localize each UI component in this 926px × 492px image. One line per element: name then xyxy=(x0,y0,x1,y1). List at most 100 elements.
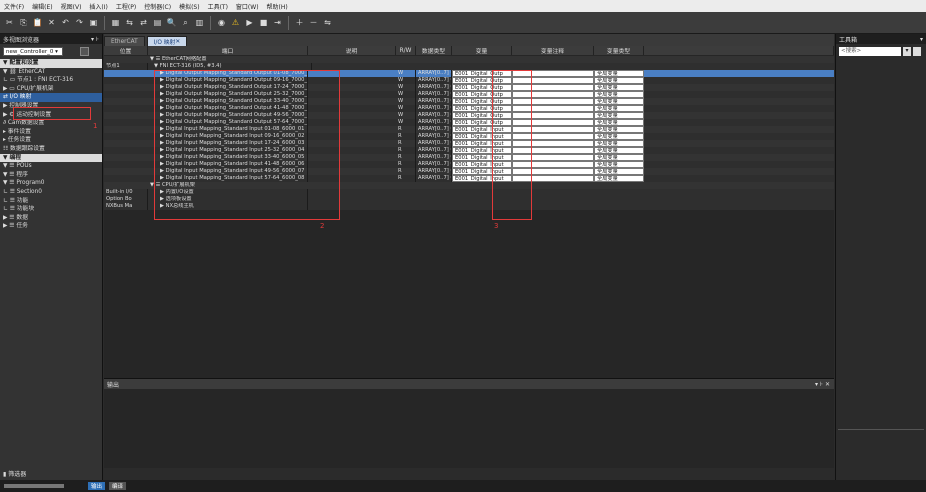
monitor-icon[interactable]: ▥ xyxy=(194,17,205,28)
column-header[interactable]: 端口 xyxy=(148,46,308,55)
column-header[interactable]: 位置 xyxy=(104,46,148,55)
column-header[interactable]: R/W xyxy=(396,46,416,55)
delete-icon[interactable]: ✕ xyxy=(46,17,57,28)
close-icon[interactable]: ✕ xyxy=(175,39,180,45)
tree-section-header[interactable]: ▼ 配置和设置 xyxy=(0,59,102,68)
pin-icon[interactable]: ▾ ⊦ xyxy=(91,36,99,43)
variable-type-field[interactable]: 全局变量 xyxy=(594,119,644,126)
menu-item[interactable]: 编辑(E) xyxy=(32,2,52,11)
copy-icon[interactable]: ⎘ xyxy=(18,17,29,28)
tab-ethercat[interactable]: EtherCAT xyxy=(104,36,145,46)
toolbox-pin-icon[interactable]: ▾ xyxy=(920,36,923,43)
transfer-icon[interactable]: ⇄ xyxy=(138,17,149,28)
variable-type-field[interactable]: 全局变量 xyxy=(594,175,644,182)
tree-item[interactable]: ∟ ☰ Section0 xyxy=(0,188,102,197)
tree-section-header[interactable]: ▼ 编程 xyxy=(0,153,102,163)
redo-icon[interactable]: ↷ xyxy=(74,17,85,28)
zoom-in-icon[interactable]: ＋ xyxy=(294,17,305,28)
step-icon[interactable]: ⇥ xyxy=(272,17,283,28)
compare-icon[interactable]: ⇆ xyxy=(124,17,135,28)
tree-item[interactable]: ▼ ☰ 程序 xyxy=(0,171,102,180)
tree-item[interactable]: ▸ 事件设置 xyxy=(0,128,102,137)
variable-type-field[interactable]: 全局变量 xyxy=(594,140,644,147)
cut-icon[interactable]: ✂ xyxy=(4,17,15,28)
menu-item[interactable]: 工程(P) xyxy=(116,2,136,11)
annotation-number-2: 2 xyxy=(320,222,325,230)
find-icon[interactable]: ⌕ xyxy=(180,17,191,28)
warning-icon[interactable]: ⚠ xyxy=(230,17,241,28)
variable-type-field[interactable]: 全局变量 xyxy=(594,77,644,84)
scroll-track[interactable] xyxy=(4,484,64,488)
cross-reference-icon[interactable]: ⇋ xyxy=(322,17,333,28)
tree-item[interactable]: ▶ ☰ 任务 xyxy=(0,222,102,231)
online-icon[interactable]: ◉ xyxy=(216,17,227,28)
variable-type-field[interactable]: 全局变量 xyxy=(594,161,644,168)
search-icon[interactable]: 🔍 xyxy=(166,17,177,28)
menu-item[interactable]: 视图(V) xyxy=(61,2,82,11)
build-icon[interactable]: ▦ xyxy=(110,17,121,28)
tree-item[interactable]: ▼ ⛓ EtherCAT xyxy=(0,68,102,77)
search-dropdown-icon[interactable]: ▾ xyxy=(903,47,911,56)
annotation-box-3 xyxy=(492,70,532,220)
node-row[interactable]: 节点1 ▼ FNI ECT-316 (ID5, #3.4) xyxy=(104,63,834,70)
tree-item[interactable]: ▸ 任务设置 xyxy=(0,136,102,145)
toolbox-title: 工具箱 xyxy=(839,36,858,44)
variable-type-field[interactable]: 全局变量 xyxy=(594,91,644,98)
variable-type-field[interactable]: 全局变量 xyxy=(594,105,644,112)
tree-item[interactable]: ▼ ☰ Program0 xyxy=(0,179,102,188)
variable-type-field[interactable]: 全局变量 xyxy=(594,112,644,119)
menu-item[interactable]: 帮助(H) xyxy=(267,2,288,11)
menu-item[interactable]: 文件(F) xyxy=(4,2,24,11)
variable-type-field[interactable]: 全局变量 xyxy=(594,98,644,105)
tree-item[interactable]: ∟ ☰ 功能 xyxy=(0,197,102,206)
menu-item[interactable]: 工具(T) xyxy=(208,2,228,11)
column-header[interactable]: 变量类型 xyxy=(594,46,644,55)
zoom-out-icon[interactable]: － xyxy=(308,17,319,28)
variable-type-field[interactable]: 全局变量 xyxy=(594,133,644,140)
variable-type-field[interactable]: 全局变量 xyxy=(594,126,644,133)
tree-item[interactable]: ▶ ☰ 数据 xyxy=(0,214,102,223)
controller-status-icon[interactable] xyxy=(80,47,89,56)
run-icon[interactable]: ▶ xyxy=(244,17,255,28)
filter-label: 筛选器 xyxy=(8,471,27,478)
tree-item[interactable]: ⇄ I/O 映射 xyxy=(0,93,102,102)
column-header[interactable]: 说明 xyxy=(308,46,396,55)
toolbox-header: 工具箱 ▾ xyxy=(836,34,926,44)
tree-item[interactable]: ∟ ☰ 功能块 xyxy=(0,205,102,214)
tree-item[interactable]: ▼ ☰ POUs xyxy=(0,162,102,171)
tree-item[interactable]: ▶ ▭ CPU/扩展机架 xyxy=(0,85,102,94)
variable-type-field[interactable]: 全局变量 xyxy=(594,84,644,91)
cell-type: ARRAY[0..7] O xyxy=(418,112,452,119)
variable-type-field[interactable]: 全局变量 xyxy=(594,70,644,77)
group-ethercat-network[interactable]: ▼ ☰ EtherCAT网络配置 xyxy=(104,56,834,63)
controller-dropdown[interactable]: new_Controller_0 ▾ xyxy=(3,47,63,56)
tree-item[interactable]: ∂ Cam数据设置 xyxy=(0,119,102,128)
toolbox-search-input[interactable]: <搜索> xyxy=(839,47,901,56)
variable-type-field[interactable]: 全局变量 xyxy=(594,154,644,161)
tree-item[interactable]: ☷ 数据跟踪设置 xyxy=(0,145,102,154)
output-title: 输出 xyxy=(107,381,120,389)
stop-icon[interactable]: ■ xyxy=(258,17,269,28)
menu-item[interactable]: 窗口(W) xyxy=(236,2,259,11)
menu-item[interactable]: 插入(I) xyxy=(89,2,107,11)
column-header[interactable]: 变量注释 xyxy=(512,46,594,55)
variable-type-field[interactable]: 全局变量 xyxy=(594,168,644,175)
cell-rw: R xyxy=(396,154,416,161)
column-header[interactable]: 变量 xyxy=(452,46,512,55)
filter-bar[interactable]: ▮ 筛选器 xyxy=(3,469,26,478)
tab-io-map[interactable]: I/O 映射 ✕ xyxy=(146,36,188,46)
build-tab-button[interactable]: 编译 xyxy=(109,482,127,490)
save-icon[interactable]: ▣ xyxy=(88,17,99,28)
variable-type-field[interactable]: 全局变量 xyxy=(594,147,644,154)
column-header[interactable]: 数据类型 xyxy=(416,46,452,55)
menu-item[interactable]: 控制器(C) xyxy=(144,2,171,11)
explorer-title: 多视图浏览器 xyxy=(3,36,40,44)
output-controls[interactable]: ▾ ⊦ ✕ xyxy=(815,381,830,388)
paste-icon[interactable]: 📋 xyxy=(32,17,43,28)
grid-icon[interactable]: ▤ xyxy=(152,17,163,28)
search-icon[interactable] xyxy=(913,47,921,56)
undo-icon[interactable]: ↶ xyxy=(60,17,71,28)
menu-item[interactable]: 模拟(S) xyxy=(179,2,200,11)
output-tab-button[interactable]: 输出 xyxy=(88,482,106,490)
tree-item[interactable]: ∟ ▭ 节点1 : FNI ECT-316 xyxy=(0,76,102,85)
